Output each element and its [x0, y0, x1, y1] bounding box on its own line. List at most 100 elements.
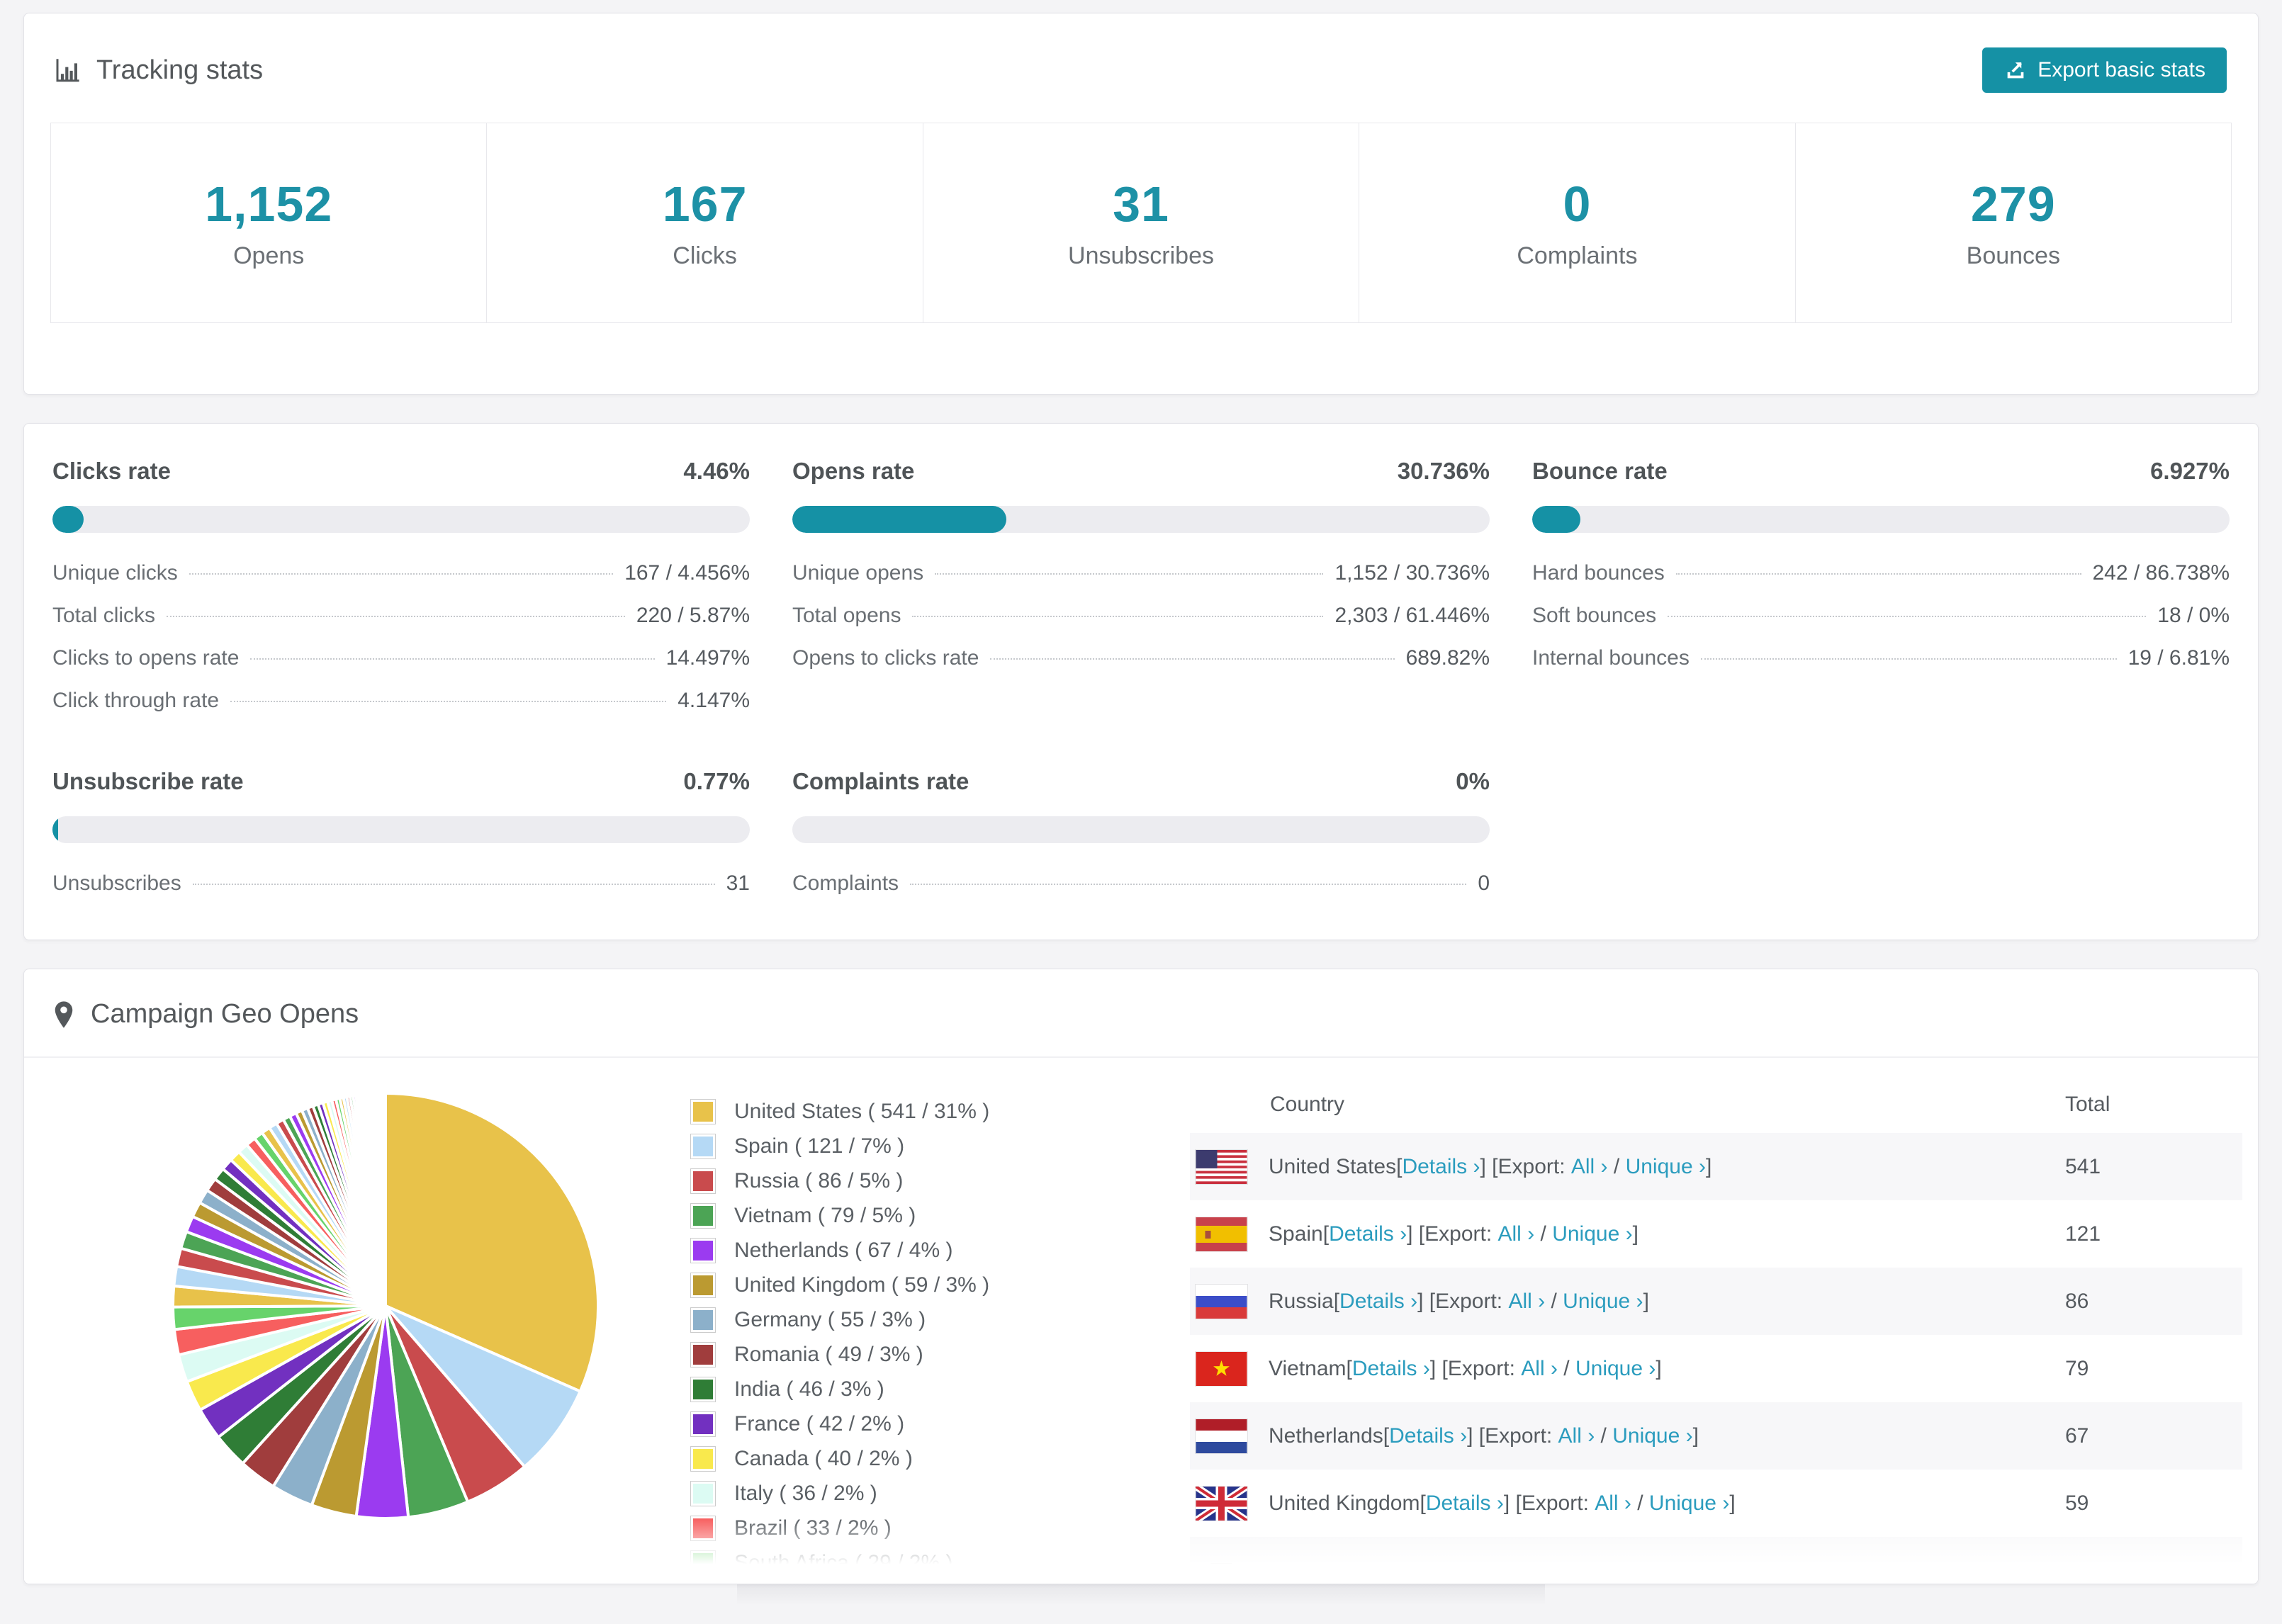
country-total: 121 — [2065, 1222, 2101, 1246]
page-bottom-shadow — [737, 1584, 1545, 1606]
bracket: ] [ — [1407, 1222, 1425, 1246]
details-link[interactable]: Details › — [1329, 1222, 1407, 1246]
stat-value: 1,152 — [205, 176, 333, 232]
export-all-link[interactable]: All › — [1498, 1222, 1535, 1246]
country-name: Vietnam — [1269, 1356, 1347, 1380]
export-all-link[interactable]: All › — [1521, 1357, 1558, 1381]
country-name: Spain — [1269, 1222, 1323, 1246]
rate-card-header: Bounce rate 6.927% — [1532, 458, 2230, 485]
details-link[interactable]: Details › — [1389, 1424, 1467, 1448]
bracket: ] — [1729, 1491, 1736, 1515]
export-unique-link[interactable]: Unique › — [1626, 1155, 1706, 1179]
rate-detail-row: Internal bounces 19 / 6.81% — [1532, 646, 2230, 670]
rate-progress-track — [792, 816, 1490, 843]
rate-detail-row: Opens to clicks rate 689.82% — [792, 646, 1490, 670]
legend-label: India ( 46 / 3% ) — [734, 1377, 884, 1401]
pie-legend: United States ( 541 / 31% ) Spain ( 121 /… — [690, 1076, 1190, 1584]
export-all-link[interactable]: All › — [1595, 1492, 1631, 1516]
tracking-stats-title-group: Tracking stats — [52, 55, 263, 86]
tracking-stats-card: Tracking stats Export basic stats 1,152 O… — [23, 13, 2259, 395]
export-unique-link[interactable]: Unique › — [1575, 1357, 1656, 1381]
details-link[interactable]: Details › — [1402, 1155, 1480, 1179]
legend-item-canada: Canada ( 40 / 2% ) — [690, 1446, 1190, 1472]
detail-label: Clicks to opens rate — [52, 646, 240, 670]
export-prefix: Export: — [1521, 1491, 1595, 1515]
country-name: United Kingdom — [1269, 1491, 1420, 1515]
rate-progress-fill — [52, 816, 58, 843]
legend-item-united-states: United States ( 541 / 31% ) — [690, 1099, 1190, 1124]
legend-swatch — [690, 1273, 716, 1298]
detail-value: 689.82% — [1405, 646, 1490, 670]
detail-label: Hard bounces — [1532, 561, 1665, 585]
legend-swatch — [690, 1238, 716, 1263]
legend-swatch — [690, 1446, 716, 1472]
bracket: ] [ — [1503, 1491, 1522, 1515]
detail-value: 220 / 5.87% — [636, 604, 750, 627]
summary-stat-complaints: 0 Complaints — [1359, 123, 1794, 322]
slash: / — [1545, 1289, 1563, 1313]
export-basic-stats-button[interactable]: Export basic stats — [1982, 47, 2227, 93]
tracking-stats-header: Tracking stats Export basic stats — [24, 13, 2258, 123]
dotted-leader — [1675, 573, 2081, 575]
export-all-link[interactable]: All › — [1558, 1424, 1595, 1448]
details-link[interactable]: Details › — [1339, 1290, 1417, 1314]
geo-table-header-row: Country Total — [1190, 1076, 2242, 1133]
rate-card-header: Unsubscribe rate 0.77% — [52, 768, 750, 795]
country-column-header: Country — [1270, 1093, 1345, 1116]
country-cell: Vietnam [Details ›] [Export: All › / Uni… — [1196, 1351, 2065, 1386]
legend-swatch — [690, 1516, 716, 1541]
detail-value: 19 / 6.81% — [2128, 646, 2230, 670]
rate-detail-row: Total clicks 220 / 5.87% — [52, 604, 750, 628]
location-pin-icon — [52, 1000, 75, 1029]
slash: / — [1534, 1222, 1553, 1246]
export-prefix: Export: — [1447, 1356, 1522, 1380]
export-unique-link[interactable]: Unique › — [1612, 1424, 1692, 1448]
stat-label: Bounces — [1966, 242, 2060, 269]
legend-label: Spain ( 121 / 7% ) — [734, 1134, 905, 1158]
page-title: Tracking stats — [96, 55, 264, 85]
legend-item-brazil: Brazil ( 33 / 2% ) — [690, 1516, 1190, 1541]
legend-swatch — [690, 1099, 716, 1124]
detail-value: 4.147% — [678, 689, 750, 712]
legend-item-germany: Germany ( 55 / 3% ) — [690, 1307, 1190, 1333]
export-unique-link[interactable]: Unique › — [1563, 1290, 1643, 1314]
details-link[interactable]: Details › — [1426, 1492, 1504, 1516]
rate-value: 0% — [1456, 768, 1490, 794]
legend-swatch — [690, 1481, 716, 1506]
rate-card-header: Opens rate 30.736% — [792, 458, 1490, 485]
legend-label: Germany ( 55 / 3% ) — [734, 1308, 926, 1331]
legend-swatch — [690, 1203, 716, 1229]
dotted-leader — [250, 658, 655, 660]
export-all-link[interactable]: All › — [1508, 1290, 1545, 1314]
rate-progress-track — [52, 816, 750, 843]
rate-progress-track — [1532, 506, 2230, 533]
rate-title: Unsubscribe rate — [52, 768, 244, 794]
legend-label: Canada ( 40 / 2% ) — [734, 1447, 913, 1470]
pie-slice-other-63 — [383, 1091, 387, 1307]
export-unique-link[interactable]: Unique › — [1649, 1492, 1729, 1516]
pie-chart-svg — [171, 1091, 600, 1520]
dotted-leader — [910, 884, 1467, 885]
export-unique-link[interactable]: Unique › — [1552, 1222, 1632, 1246]
legend-label: Romania ( 49 / 3% ) — [734, 1343, 923, 1366]
rate-progress-fill — [1532, 506, 1581, 533]
rates-grid: Clicks rate 4.46% Unique clicks 167 / 4.456… — [52, 458, 2230, 896]
country-total: 86 — [2065, 1289, 2089, 1313]
country-total: 59 — [2065, 1491, 2089, 1515]
dashboard-page: Tracking stats Export basic stats 1,152 O… — [0, 0, 2282, 1606]
detail-label: Total clicks — [52, 604, 156, 627]
country-total: 541 — [2065, 1154, 2101, 1178]
legend-item-romania: Romania ( 49 / 3% ) — [690, 1342, 1190, 1368]
rate-value: 4.46% — [683, 458, 750, 484]
country-name: Netherlands — [1269, 1423, 1383, 1448]
detail-value: 242 / 86.738% — [2092, 561, 2230, 585]
stat-label: Opens — [233, 242, 305, 269]
stat-label: Unsubscribes — [1068, 242, 1214, 269]
rate-detail-row: Unique clicks 167 / 4.456% — [52, 561, 750, 585]
legend-label: Russia ( 86 / 5% ) — [734, 1169, 904, 1192]
detail-value: 31 — [726, 872, 750, 895]
export-all-link[interactable]: All › — [1571, 1155, 1608, 1179]
rate-card-unsubscribe-rate: Unsubscribe rate 0.77% Unsubscribes 31 — [52, 768, 750, 896]
dotted-leader — [230, 701, 667, 702]
details-link[interactable]: Details › — [1352, 1357, 1430, 1381]
